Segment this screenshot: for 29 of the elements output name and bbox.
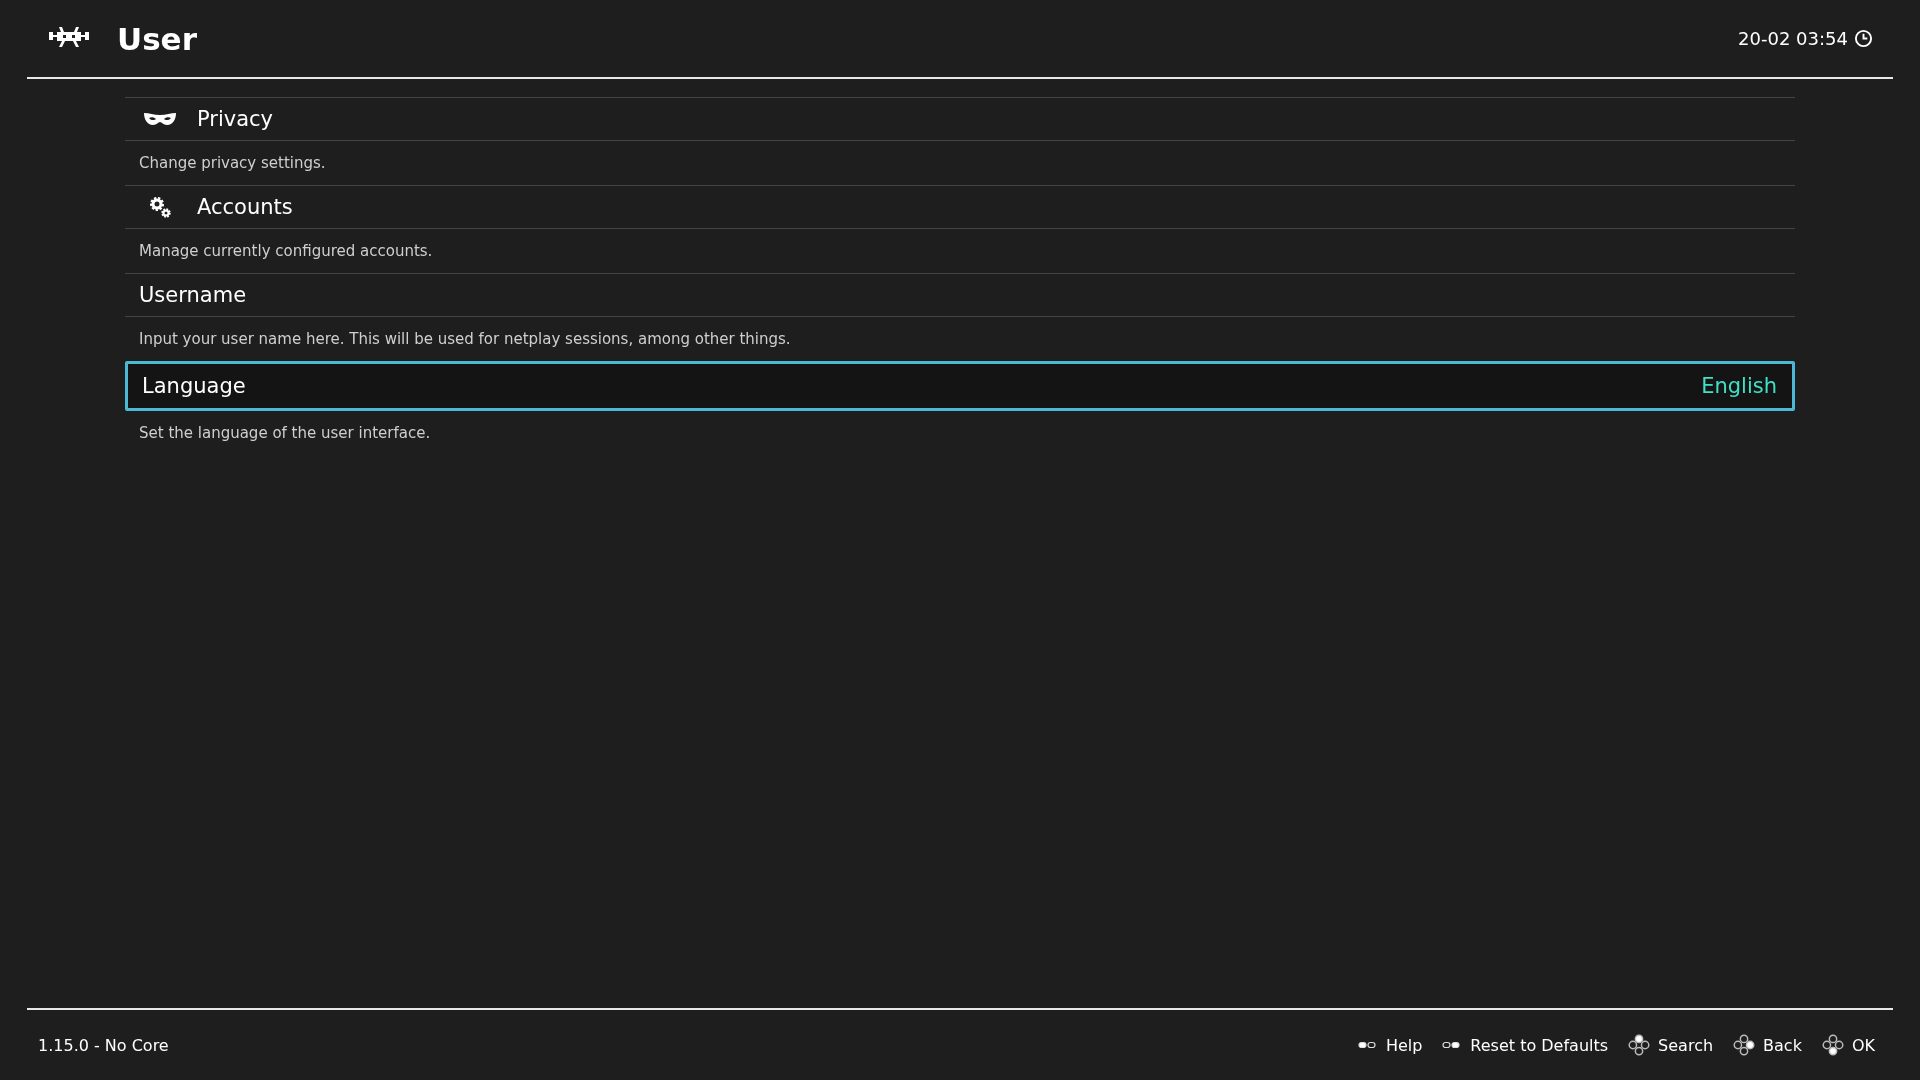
clock-time: 20-02 03:54 xyxy=(1738,28,1848,49)
version-text: 1.15.0 - No Core xyxy=(38,1035,169,1055)
item-description: Input your user name here. This will be used for netplay sessions, among other things. xyxy=(139,330,791,348)
menu-item[interactable]: Username xyxy=(125,273,1795,317)
item-value: English xyxy=(1701,374,1777,398)
gears-icon xyxy=(148,195,172,219)
item-label: Username xyxy=(139,283,247,307)
face-buttons-icon xyxy=(1821,1034,1844,1056)
item-description: Manage currently configured accounts. xyxy=(139,242,433,260)
menu-item[interactable]: Accounts xyxy=(125,185,1795,229)
face-buttons-icon xyxy=(1628,1034,1651,1056)
clock-icon xyxy=(1854,29,1873,48)
menu-item[interactable]: Language English xyxy=(125,361,1795,411)
item-label: Accounts xyxy=(197,195,293,219)
item-label: Privacy xyxy=(197,107,274,131)
hint-label[interactable]: OK xyxy=(1851,1035,1875,1055)
pill-buttons-icon xyxy=(1442,1041,1461,1049)
face-buttons-icon xyxy=(1733,1034,1756,1056)
pill-buttons-icon xyxy=(1357,1041,1376,1049)
hint-label[interactable]: Help xyxy=(1385,1035,1423,1055)
hint-label[interactable]: Search xyxy=(1658,1035,1714,1055)
item-description: Set the language of the user interface. xyxy=(139,424,431,442)
item-description: Change privacy settings. xyxy=(139,154,326,172)
mask-icon xyxy=(143,111,177,127)
hint-label[interactable]: Back xyxy=(1763,1035,1802,1055)
hint-label[interactable]: Reset to Defaults xyxy=(1470,1035,1609,1055)
menu-item[interactable]: Privacy xyxy=(125,97,1795,141)
item-label: Language xyxy=(142,374,246,398)
page-title: User xyxy=(117,20,197,57)
